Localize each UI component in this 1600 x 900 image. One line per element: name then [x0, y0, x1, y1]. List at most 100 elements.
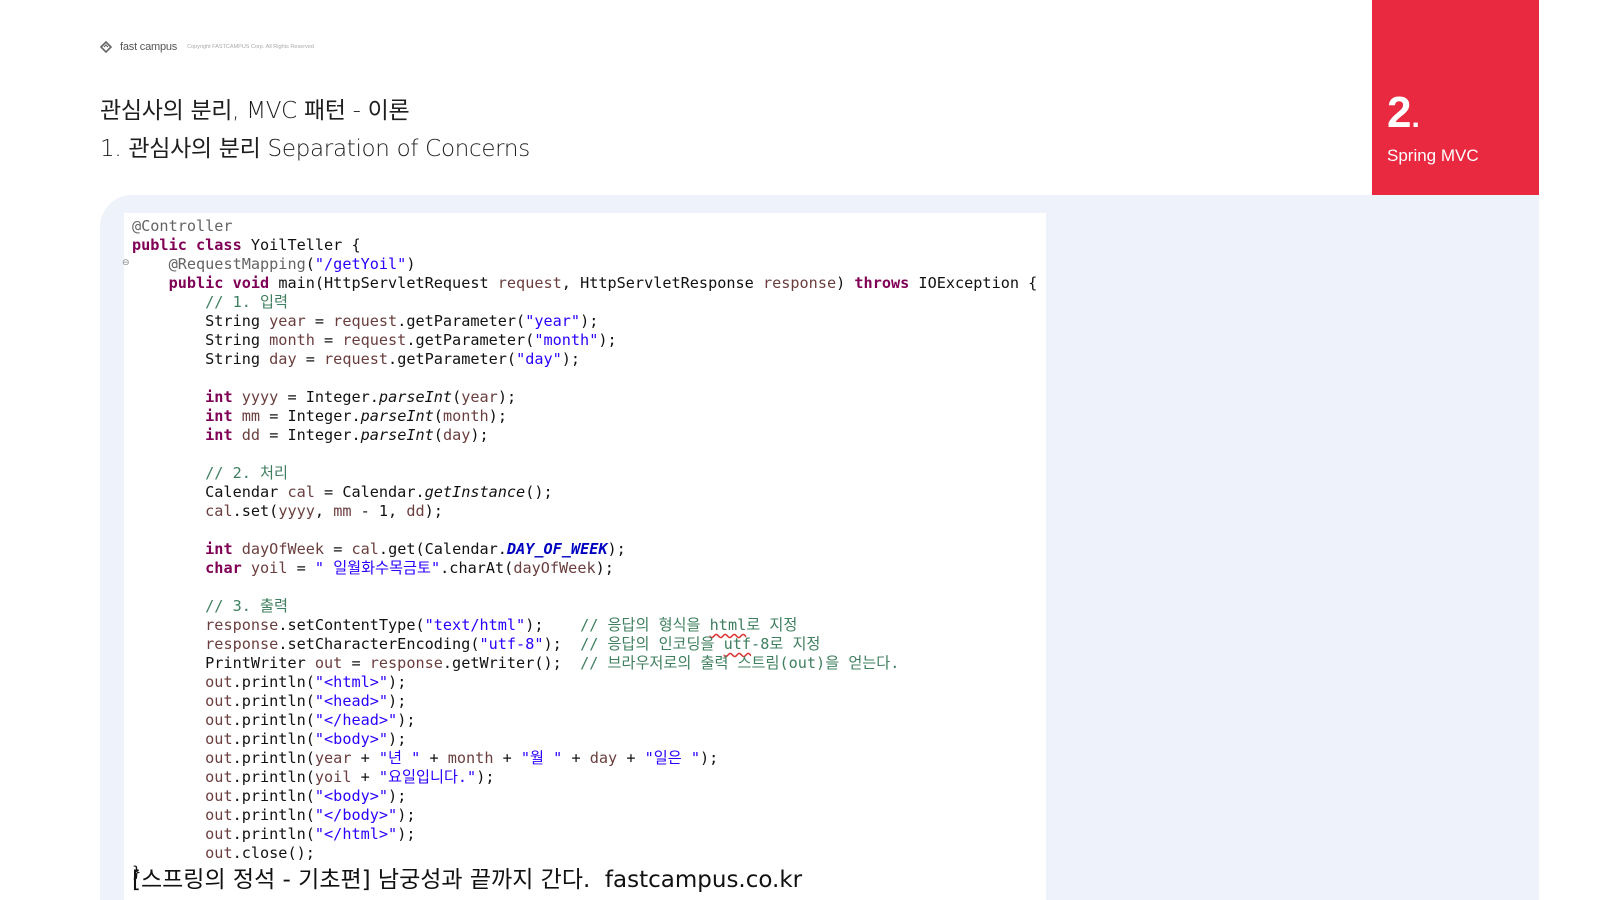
code-token: char [205, 559, 242, 577]
code-token: + [420, 749, 448, 767]
code-token: parseInt [360, 407, 434, 425]
code-token: "년 " [378, 749, 421, 767]
code-token: "<body>" [314, 787, 389, 805]
code-token: String [132, 350, 270, 368]
chapter-number-dot: . [1411, 101, 1420, 134]
code-token: - 1, [351, 502, 407, 520]
slide-title: 관심사의 분리, MVC 패턴 - 이론 1. 관심사의 분리 Separati… [100, 92, 530, 168]
code-token: "day" [516, 350, 562, 368]
code-line: out.println("</body>"); [132, 806, 1037, 825]
code-token: String [132, 312, 270, 330]
title-line-1: 관심사의 분리, MVC 패턴 - 이론 [100, 98, 410, 124]
code-token: @Controller [132, 217, 233, 235]
code-line: int yyyy = Integer.parseInt(year); [132, 388, 1037, 407]
chapter-number: 2. [1387, 88, 1420, 137]
code-token: .println( [232, 787, 315, 805]
code-token: = Calendar. [314, 483, 425, 501]
code-token: .charAt( [440, 559, 514, 577]
code-token: int [205, 388, 233, 406]
code-token: throws [854, 274, 910, 292]
code-token: request [333, 312, 398, 330]
code-token: cal [205, 502, 233, 520]
code-token: dayOfWeek [241, 540, 325, 558]
code-token: "</head>" [314, 711, 398, 729]
code-token: "/getYoil" [314, 255, 407, 273]
code-token: = Integer. [260, 426, 361, 444]
code-token: month [442, 407, 489, 425]
code-line: String day = request.getParameter("day")… [132, 350, 1037, 369]
code-token: , HttpServletResponse [561, 274, 763, 292]
code-token: ( [452, 388, 462, 406]
code-token: + [351, 768, 379, 786]
code-token: ); [397, 806, 416, 824]
code-token: cal [351, 540, 379, 558]
code-token: // 3. 출력 [205, 597, 288, 615]
code-line: PrintWriter out = response.getWriter(); … [132, 654, 1037, 673]
brand-name: fast campus [120, 41, 178, 53]
code-line: response.setCharacterEncoding("utf-8"); … [132, 635, 1037, 654]
code-token: parseInt [378, 388, 453, 406]
code-token: .get(Calendar. [378, 540, 507, 558]
code-token: ); [388, 787, 407, 805]
code-line: String year = request.getParameter("year… [132, 312, 1037, 331]
code-token: utf [723, 635, 752, 653]
code-token: + [562, 749, 590, 767]
code-token: ( [433, 426, 443, 444]
code-token: "</body>" [314, 806, 398, 824]
code-line: Calendar cal = Calendar.getInstance(); [132, 483, 1037, 502]
code-token: out [205, 730, 233, 748]
code-token: ); [561, 350, 581, 368]
code-token: ( [433, 407, 443, 425]
code-token: .set( [232, 502, 279, 520]
code-token: = [324, 540, 352, 558]
brand-header: fast campus Copyright FASTCAMPUS Corp. A… [100, 41, 314, 53]
code-line: @RequestMapping("/getYoil") [132, 255, 1037, 274]
code-token: "month" [534, 331, 599, 349]
code-token: response [762, 274, 837, 292]
code-token: ); [424, 502, 443, 520]
code-token: DAY_OF_WEEK [506, 540, 608, 558]
code-token: dd [406, 502, 425, 520]
code-token: "year" [525, 312, 581, 330]
code-token: = Integer. [260, 407, 361, 425]
code-token: ); [397, 711, 416, 729]
code-token: // 2. 처리 [205, 464, 288, 482]
code-token: day [589, 749, 618, 767]
code-token: yoil [250, 559, 288, 577]
code-token: "<html>" [314, 673, 389, 691]
code-token: "</html>" [314, 825, 398, 843]
code-token: .setContentType( [278, 616, 425, 634]
code-token: dayOfWeek [513, 559, 596, 577]
code-token: year [269, 312, 306, 330]
code-token: (); [525, 483, 553, 501]
code-token: day [269, 350, 297, 368]
code-token: response [369, 654, 443, 672]
code-token: + [493, 749, 521, 767]
code-listing: @Controller public class YoilTeller { @Re… [132, 217, 1037, 882]
code-token: .getWriter(); [442, 654, 581, 672]
code-token: .println( [232, 673, 315, 691]
code-token: .getParameter( [397, 312, 526, 330]
code-token: out [314, 654, 343, 672]
code-token: year [314, 749, 352, 767]
code-token: .println( [232, 768, 315, 786]
code-token: ); [700, 749, 719, 767]
code-line: response.setContentType("text/html"); //… [132, 616, 1037, 635]
code-token: .getParameter( [388, 350, 517, 368]
code-screenshot: @Controller public class YoilTeller { @Re… [124, 213, 1046, 900]
code-token: .println( [232, 825, 315, 843]
code-token: year [461, 388, 498, 406]
code-line: out.println(year + "년 " + month + "월 " +… [132, 749, 1037, 768]
